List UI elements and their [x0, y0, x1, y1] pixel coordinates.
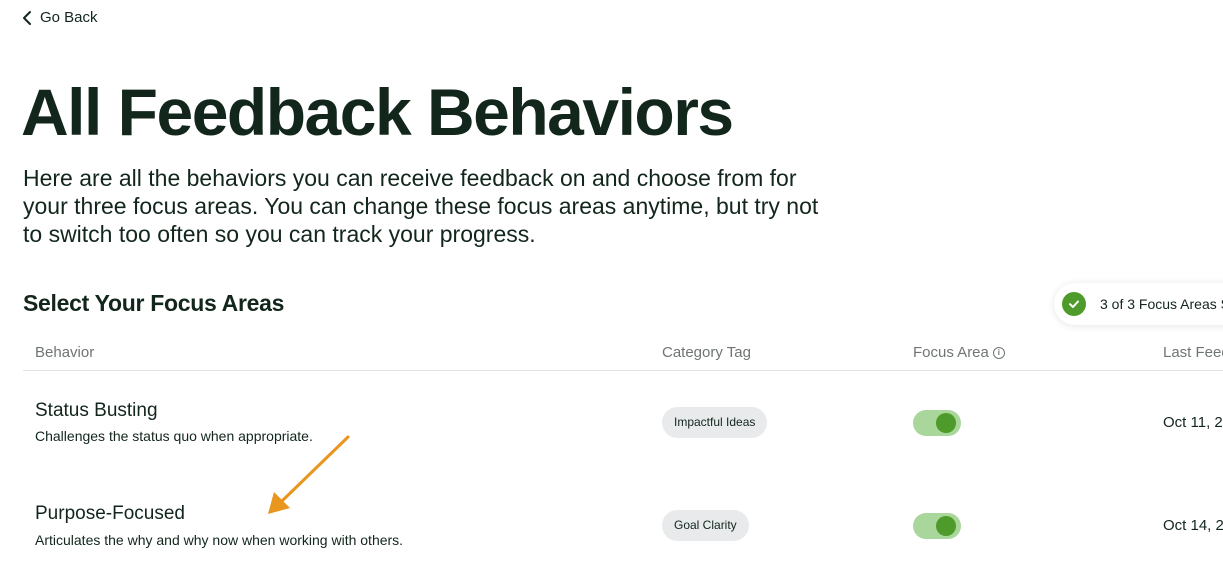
page: Go Back All Feedback Behaviors Here are … — [0, 0, 1223, 584]
column-header-category-tag: Category Tag — [662, 344, 751, 361]
focus-area-header-label: Focus Area — [913, 344, 989, 361]
column-header-focus-area: Focus Area i — [913, 344, 1005, 361]
focus-status-badge: 3 of 3 Focus Areas S — [1054, 283, 1223, 325]
column-header-last-feedback: Last Feed — [1163, 344, 1223, 361]
go-back-label: Go Back — [40, 9, 98, 26]
last-feedback-date: Oct 11, 20 — [1163, 414, 1223, 431]
check-circle-icon — [1062, 292, 1086, 316]
section-title: Select Your Focus Areas — [23, 290, 285, 316]
last-feedback-date: Oct 14, 20 — [1163, 517, 1223, 534]
table-row: Status Busting Challenges the status quo… — [23, 371, 1223, 471]
focus-area-toggle[interactable] — [913, 513, 961, 539]
toggle-knob — [936, 516, 956, 536]
chevron-left-icon — [22, 10, 32, 26]
category-tag: Impactful Ideas — [662, 407, 768, 438]
toggle-knob — [936, 413, 956, 433]
focus-area-toggle[interactable] — [913, 410, 961, 436]
go-back-link[interactable]: Go Back — [22, 9, 98, 26]
table-header: Behavior Category Tag Focus Area i Last … — [23, 334, 1223, 371]
category-tag: Goal Clarity — [662, 510, 749, 541]
behavior-description: Articulates the why and why now when wor… — [35, 532, 404, 548]
arrow-annotation — [268, 435, 350, 514]
behavior-name: Purpose-Focused — [35, 503, 185, 524]
focus-status-text: 3 of 3 Focus Areas S — [1100, 296, 1223, 312]
behavior-name: Status Busting — [35, 400, 158, 421]
column-header-behavior: Behavior — [35, 344, 95, 361]
info-icon[interactable]: i — [992, 346, 1005, 359]
page-intro: Here are all the behaviors you can recei… — [23, 165, 819, 247]
page-title: All Feedback Behaviors — [21, 75, 734, 149]
table-row: Purpose-Focused Articulates the why and … — [23, 474, 1223, 574]
